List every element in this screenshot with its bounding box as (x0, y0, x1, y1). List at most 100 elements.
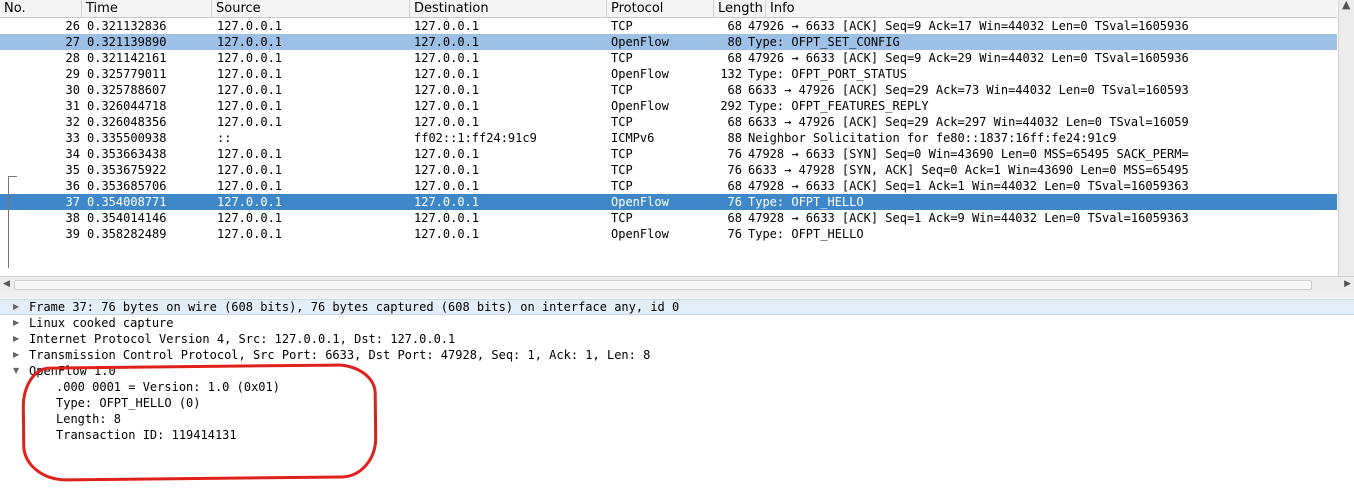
cell-no: 31 (65, 99, 80, 113)
cell-protocol: TCP (611, 83, 633, 97)
cell-length: 76 (727, 147, 742, 161)
cell-destination: 127.0.0.1 (414, 35, 480, 49)
cell-length: 80 (727, 35, 742, 49)
cell-time: 0.321142161 (87, 51, 167, 65)
cell-no: 29 (65, 67, 80, 81)
cell-protocol: OpenFlow (611, 35, 669, 49)
cell-length: 76 (727, 163, 742, 177)
cell-no: 27 (65, 35, 80, 49)
packet-row[interactable]: 26 0.321132836 127.0.0.1 127.0.0.1 TCP 68 4792… (0, 18, 1337, 34)
cell-time: 0.353675922 (87, 163, 167, 177)
packet-row[interactable]: 30 0.325788607 127.0.0.1 127.0.0.1 TCP 68 6633… (0, 82, 1337, 98)
packet-row[interactable]: 33 0.335500938:: ff02::1:ff24:91c9 ICMPv6 88… (0, 130, 1337, 146)
cell-source: 127.0.0.1 (217, 211, 283, 225)
packet-list-vertical-scrollbar[interactable]: ▲ (1338, 0, 1354, 276)
cell-destination: 127.0.0.1 (414, 19, 480, 33)
cell-time: 0.353663438 (87, 147, 167, 161)
packet-row[interactable]: 31 0.326044718 127.0.0.1 127.0.0.1 OpenFlow 2… (0, 98, 1337, 114)
packet-row[interactable]: 35 0.353675922 127.0.0.1 127.0.0.1 TCP 76 6633… (0, 162, 1337, 178)
col-header-source[interactable]: Source (212, 0, 410, 17)
packet-row[interactable]: 28 0.321142161 127.0.0.1 127.0.0.1 TCP 68 4792… (0, 50, 1337, 66)
cell-info: 47928 → 6633 [ACK] Seq=1 Ack=9 Win=44032… (748, 211, 1189, 225)
col-header-time[interactable]: Time (82, 0, 212, 17)
packet-row[interactable]: 34 0.353663438 127.0.0.1 127.0.0.1 TCP 76 4792… (0, 146, 1337, 162)
cell-info: 47926 → 6633 [ACK] Seq=9 Ack=29 Win=4403… (748, 51, 1189, 65)
packet-row[interactable]: 39 0.358282489 127.0.0.1 127.0.0.1 OpenFlow 7… (0, 226, 1337, 242)
cell-protocol: TCP (611, 211, 633, 225)
cell-length: 68 (727, 51, 742, 65)
cell-time: 0.321139890 (87, 35, 167, 49)
packet-list-header: No. Time Source Destination Protocol Len… (0, 0, 1337, 18)
packet-list[interactable]: 26 0.321132836 127.0.0.1 127.0.0.1 TCP 68 4792… (0, 18, 1337, 274)
cell-no: 28 (65, 51, 80, 65)
packet-row[interactable]: 29 0.325779011 127.0.0.1 127.0.0.1 OpenFlow 1… (0, 66, 1337, 82)
scroll-thumb[interactable] (14, 280, 1312, 290)
scroll-left-arrow-icon[interactable]: ◀ (3, 277, 10, 292)
cell-protocol: OpenFlow (611, 227, 669, 241)
cell-length: 88 (727, 131, 742, 145)
cell-source: 127.0.0.1 (217, 99, 283, 113)
col-header-info[interactable]: Info (766, 0, 1337, 17)
col-header-no[interactable]: No. (0, 0, 82, 17)
collapsed-arrow-icon[interactable]: ▶ (13, 300, 23, 314)
cell-info: 47928 → 6633 [SYN] Seq=0 Win=43690 Len=0… (748, 147, 1189, 161)
cell-source: 127.0.0.1 (217, 227, 283, 241)
packet-row[interactable]: 38 0.354014146 127.0.0.1 127.0.0.1 TCP 68 4792… (0, 210, 1337, 226)
cell-length: 68 (727, 83, 742, 97)
cell-source: 127.0.0.1 (217, 51, 283, 65)
expanded-arrow-icon[interactable]: ▼ (13, 363, 23, 379)
cell-source: 127.0.0.1 (217, 19, 283, 33)
packet-list-horizontal-scrollbar[interactable]: ◀ ▶ (0, 276, 1354, 293)
cell-time: 0.354014146 (87, 211, 167, 225)
cell-time: 0.335500938 (87, 131, 167, 145)
cell-info: Type: OFPT_SET_CONFIG (748, 35, 900, 49)
detail-tree-item[interactable]: ▶ Transmission Control Protocol, Src Port… (0, 347, 1354, 363)
detail-tree-item[interactable]: ▶ Linux cooked capture (0, 315, 1354, 331)
cell-source: 127.0.0.1 (217, 147, 283, 161)
cell-time: 0.325788607 (87, 83, 167, 97)
cell-no: 32 (65, 115, 80, 129)
col-header-length[interactable]: Length (714, 0, 766, 17)
cell-time: 0.353685706 (87, 179, 167, 193)
detail-tree-item[interactable]: ▶ Internet Protocol Version 4, Src: 127.0… (0, 331, 1354, 347)
cell-info: Type: OFPT_PORT_STATUS (748, 67, 907, 81)
cell-source: :: (217, 131, 232, 145)
cell-time: 0.325779011 (87, 67, 167, 81)
cell-protocol: TCP (611, 19, 633, 33)
pane-splitter[interactable] (0, 292, 1354, 298)
detail-tree-item[interactable]: ▶ Frame 37: 76 bytes on wire (608 bits), … (0, 299, 1354, 315)
cell-no: 33 (65, 131, 80, 145)
red-annotation-circle (21, 363, 378, 482)
detail-tree-label: Transmission Control Protocol, Src Port:… (29, 348, 651, 362)
scroll-right-arrow-icon[interactable]: ▶ (1344, 277, 1351, 292)
cell-destination: 127.0.0.1 (414, 67, 480, 81)
cell-info: Neighbor Solicitation for fe80::1837:16f… (748, 131, 1117, 145)
collapsed-arrow-icon[interactable]: ▶ (13, 331, 23, 347)
col-header-protocol[interactable]: Protocol (607, 0, 714, 17)
packet-row[interactable]: 36 0.353685706 127.0.0.1 127.0.0.1 TCP 68 4792… (0, 178, 1337, 194)
cell-info: Type: OFPT_FEATURES_REPLY (748, 99, 929, 113)
cell-no: 30 (65, 83, 80, 97)
collapsed-arrow-icon[interactable]: ▶ (13, 315, 23, 331)
cell-length: 76 (727, 227, 742, 241)
cell-source: 127.0.0.1 (217, 35, 283, 49)
collapsed-arrow-icon[interactable]: ▶ (13, 347, 23, 363)
cell-destination: 127.0.0.1 (414, 147, 480, 161)
cell-destination: 127.0.0.1 (414, 179, 480, 193)
cell-source: 127.0.0.1 (217, 115, 283, 129)
cell-destination: 127.0.0.1 (414, 99, 480, 113)
cell-length: 132 (720, 67, 742, 81)
cell-destination: ff02::1:ff24:91c9 (414, 131, 537, 145)
cell-source: 127.0.0.1 (217, 179, 283, 193)
packet-row[interactable]: 37 0.354008771 127.0.0.1 127.0.0.1 OpenFlow 7… (0, 194, 1337, 210)
scroll-up-arrow-icon[interactable]: ▲ (1342, 0, 1350, 11)
cell-info: 47926 → 6633 [ACK] Seq=9 Ack=17 Win=4403… (748, 19, 1189, 33)
cell-info: 6633 → 47926 [ACK] Seq=29 Ack=73 Win=440… (748, 83, 1189, 97)
packet-row[interactable]: 32 0.326048356 127.0.0.1 127.0.0.1 TCP 68 6633… (0, 114, 1337, 130)
cell-destination: 127.0.0.1 (414, 163, 480, 177)
cell-destination: 127.0.0.1 (414, 83, 480, 97)
packet-row[interactable]: 27 0.321139890 127.0.0.1 127.0.0.1 OpenFlow 8… (0, 34, 1337, 50)
col-header-destination[interactable]: Destination (410, 0, 607, 17)
cell-protocol: ICMPv6 (611, 131, 655, 145)
cell-destination: 127.0.0.1 (414, 115, 480, 129)
